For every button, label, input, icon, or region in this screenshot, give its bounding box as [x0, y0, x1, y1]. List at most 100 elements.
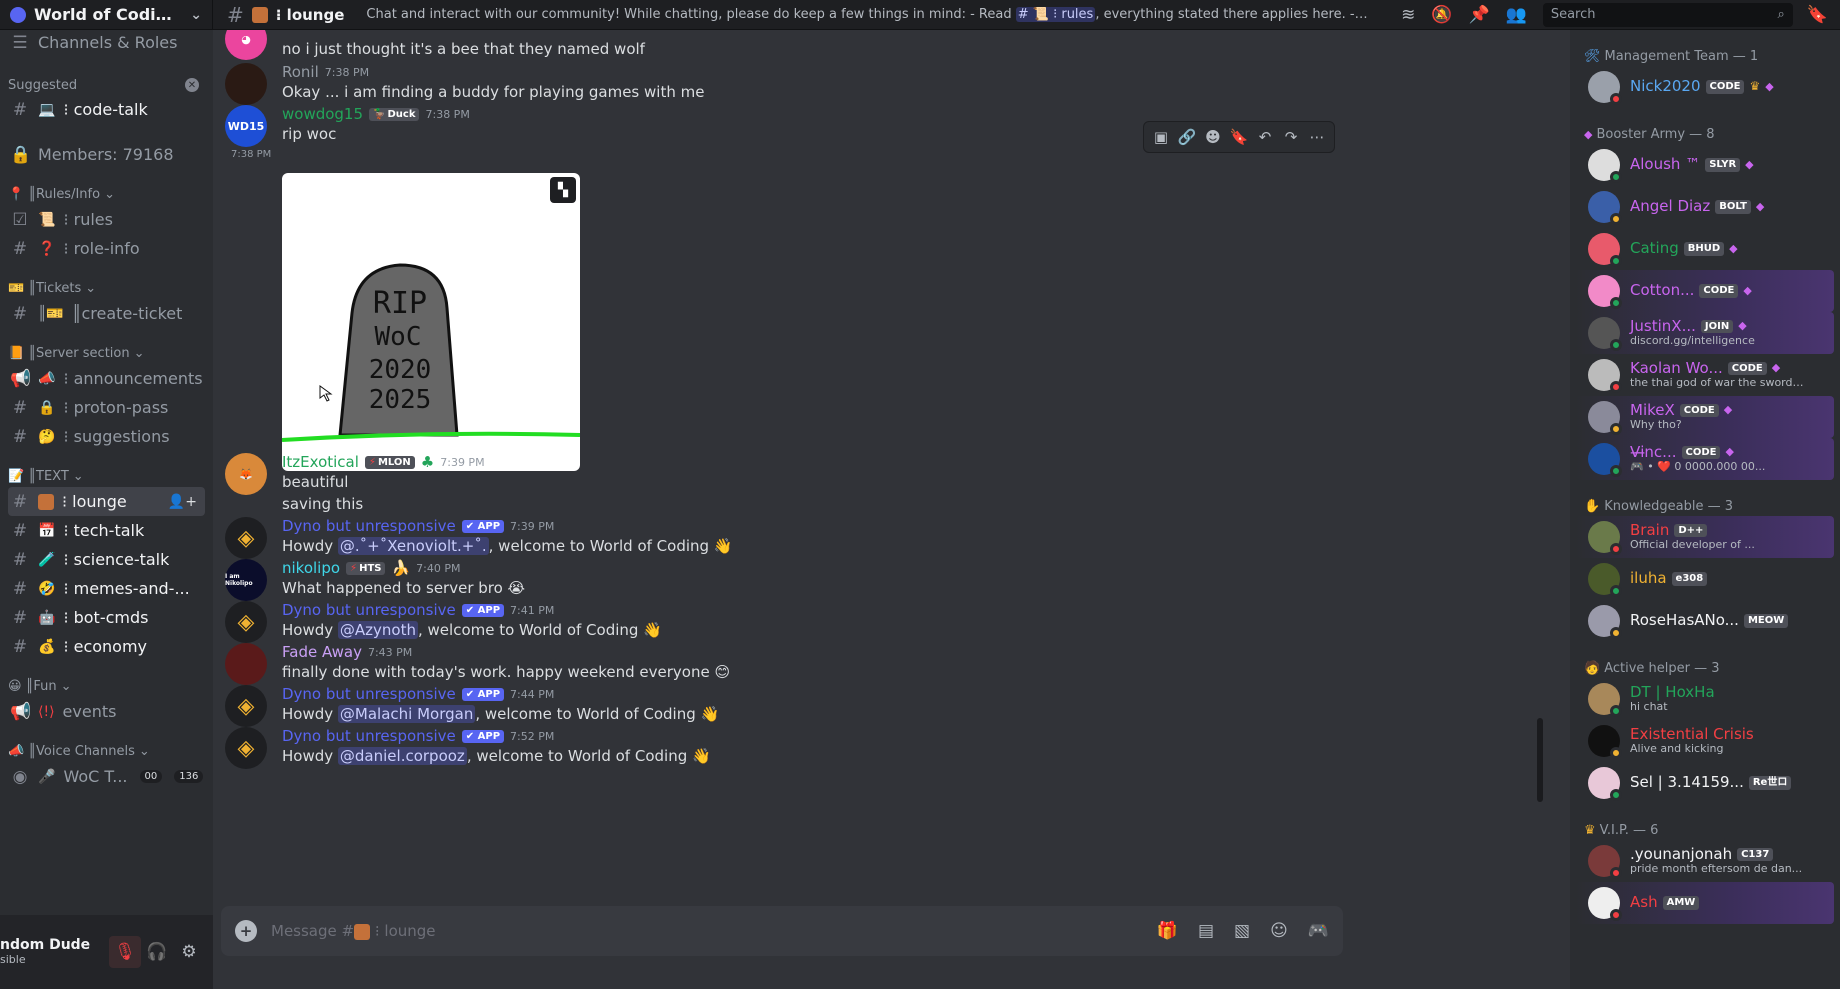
member-item[interactable]: Kaolan Wo... CODE ◆ the thai god of war the…	[1576, 354, 1834, 396]
notification-mute-icon[interactable]: 🔕	[1431, 5, 1452, 25]
emoji-icon[interactable]: ☺	[1270, 921, 1288, 941]
user-info[interactable]: ndom Dude sible	[0, 937, 109, 965]
member-item[interactable]: iluha e308	[1576, 558, 1834, 600]
author-name[interactable]: nikolipo	[282, 559, 340, 577]
channel-economy[interactable]: # 💰 ⁝ economy	[0, 632, 213, 661]
member-item[interactable]: Cating BHUD ◆	[1576, 228, 1834, 270]
gift-icon[interactable]: 🎁	[1157, 921, 1178, 941]
member-item[interactable]: Nick2020 CODE ♛ ◆	[1576, 66, 1834, 108]
member-item[interactable]: Angel Diaz BOLT ◆	[1576, 186, 1834, 228]
add-reaction-icon[interactable]: ☻	[1202, 128, 1224, 146]
reply-icon[interactable]: ↶	[1254, 128, 1276, 146]
activities-icon[interactable]: 🎮	[1308, 921, 1329, 941]
channel-proton-pass[interactable]: # 🔒 ⁝ proton-pass	[0, 393, 213, 422]
category-fun[interactable]: 😀 ║Fun ⌄	[0, 675, 213, 697]
search-input[interactable]: Search	[1551, 7, 1596, 22]
member-item[interactable]: Cotton... CODE ◆	[1576, 270, 1834, 312]
author-name[interactable]: ItzExotical	[282, 453, 359, 471]
upload-plus-icon[interactable]: +	[235, 920, 257, 942]
topic-rules-mention[interactable]: # 📜 ⁝ rules	[1015, 7, 1096, 22]
avatar[interactable]: WD15	[225, 105, 267, 147]
link-icon[interactable]: 🔗	[1176, 128, 1198, 146]
headphones-icon[interactable]: 🎧	[141, 936, 173, 968]
category-voice[interactable]: 📣 ║Voice Channels ⌄	[0, 740, 213, 762]
channel-topic[interactable]: Chat and interact with our community! Wh…	[366, 7, 1371, 22]
add-user-icon[interactable]: 👤+	[168, 494, 197, 510]
category-server-section[interactable]: 📙 ║Server section ⌄	[0, 342, 213, 364]
category-tickets[interactable]: 🎫 ║Tickets ⌄	[0, 277, 213, 299]
member-item[interactable]: Existential Crisis Alive and kicking	[1576, 720, 1834, 762]
bookmark-icon[interactable]: 🔖	[1228, 128, 1250, 146]
close-icon[interactable]: ✕	[185, 78, 199, 92]
channels-roles-item[interactable]: ☰ Channels & Roles	[0, 30, 213, 57]
id-icon[interactable]: ▣	[1150, 128, 1172, 146]
sticker-icon[interactable]: ▧	[1234, 921, 1250, 941]
more-icon[interactable]: ⋯	[1306, 128, 1328, 146]
member-list-icon[interactable]: 👥	[1506, 5, 1527, 25]
bot-avatar[interactable]: ◈	[225, 601, 267, 643]
author-name[interactable]: Ronil	[282, 63, 319, 81]
author-name[interactable]: Fade Away	[282, 643, 362, 661]
author-name[interactable]: Dyno but unresponsive	[282, 685, 456, 703]
forward-icon[interactable]: ↷	[1280, 128, 1302, 146]
channel-voice-woc[interactable]: ◉ 🎤 WoC T... 00 136	[0, 762, 213, 791]
author-name[interactable]: Dyno but unresponsive	[282, 601, 456, 619]
search-box[interactable]: Search ⌕	[1542, 2, 1793, 27]
member-item[interactable]: Ash AMW	[1576, 882, 1834, 924]
member-item[interactable]: JustinX... JOIN ◆ discord.gg/intelligence	[1576, 312, 1834, 354]
channel-announcements[interactable]: 📢 📣 ⁝ announcements	[0, 364, 213, 393]
bot-avatar[interactable]: ◈	[225, 517, 267, 559]
member-item[interactable]: Sel | 3.14159... Re世ロ	[1576, 762, 1834, 804]
avatar[interactable]	[225, 63, 267, 105]
author-name[interactable]: Dyno but unresponsive	[282, 727, 456, 745]
channel-memes[interactable]: # 🤣 ⁝ memes-and-...	[0, 574, 213, 603]
server-header[interactable]: World of Coding | ... ⌄	[0, 0, 213, 30]
member-item[interactable]: Brain D++ Official developer of ...	[1576, 516, 1834, 558]
channel-suggestions[interactable]: # 🤔 ⁝ suggestions	[0, 422, 213, 451]
mute-microphone-icon[interactable]: 🎙	[109, 936, 141, 968]
guild-tag[interactable]: 🦆 Duck	[369, 107, 420, 121]
member-item[interactable]: MikeX CODE ◆ Why tho?	[1576, 396, 1834, 438]
member-item[interactable]: RoseHasANo... MEOW	[1576, 600, 1834, 642]
avatar[interactable]: ◕	[225, 30, 267, 60]
channel-events[interactable]: 📢 ⟨!⟩ events	[0, 697, 213, 726]
author-name[interactable]: Dyno but unresponsive	[282, 517, 456, 535]
scrollbar[interactable]	[1537, 718, 1543, 802]
author-name[interactable]: wowdog15	[282, 105, 363, 123]
inbox-icon[interactable]: 🔖	[1807, 5, 1828, 25]
bot-avatar[interactable]: ◈	[225, 685, 267, 727]
channel-rules[interactable]: ☑ 📜 ⁝ rules	[0, 205, 213, 234]
user-mention[interactable]: @.˚+˚Xenoviolt.+˚.	[337, 537, 489, 555]
bot-avatar[interactable]: ◈	[225, 727, 267, 769]
gear-icon[interactable]: ⚙	[173, 936, 205, 968]
channel-create-ticket[interactable]: # ║🎫 ║create-ticket	[0, 299, 213, 328]
category-rules-info[interactable]: 📍 ║Rules/Info ⌄	[0, 183, 213, 205]
channel-role-info[interactable]: # ❓ ⁝ role-info	[0, 234, 213, 263]
member-item[interactable]: V̶i̶nc... CODE ◆ 🎮 • ❤️ 0 0000.000 00...	[1576, 438, 1834, 480]
gif-icon[interactable]: ▤	[1198, 921, 1214, 941]
avatar[interactable]: I am Nikolipo	[225, 559, 267, 601]
member-item[interactable]: DT | HoxHa hi chat	[1576, 678, 1834, 720]
channel-lounge[interactable]: # ⁝ lounge 👤+	[8, 487, 205, 516]
apps-icon[interactable]: ▚	[550, 177, 576, 203]
avatar[interactable]: 🦊	[225, 453, 267, 495]
user-mention[interactable]: @Malachi Morgan	[337, 705, 476, 723]
members-count-item[interactable]: 🔒 Members: 79168	[0, 140, 213, 169]
guild-tag[interactable]: ⚡ MLON	[364, 455, 415, 469]
channel-bot-cmds[interactable]: # 🤖 ⁝ bot-cmds	[0, 603, 213, 632]
threads-icon[interactable]: ≋	[1401, 5, 1415, 25]
channel-code-talk[interactable]: # 💻 ⁝ code-talk	[0, 95, 213, 124]
guild-tag[interactable]: ⚡ HTS	[346, 561, 386, 575]
message-input[interactable]: Message # ⁝ lounge	[271, 922, 1143, 940]
user-mention[interactable]: @Azynoth	[337, 621, 418, 639]
channel-science-talk[interactable]: # 🧪 ⁝ science-talk	[0, 545, 213, 574]
channel-tech-talk[interactable]: # 📅 ⁝ tech-talk	[0, 516, 213, 545]
message-list[interactable]: ◕ no i just thought it's a bee that they…	[213, 30, 1570, 900]
category-text[interactable]: 📝 ║TEXT ⌄	[0, 465, 213, 487]
user-mention[interactable]: @daniel.corpooz	[337, 747, 467, 765]
member-item[interactable]: Aloush ™ SLYR ◆	[1576, 144, 1834, 186]
avatar[interactable]	[225, 643, 267, 685]
pin-icon[interactable]: 📌	[1468, 5, 1489, 25]
member-item[interactable]: .younanjonah C137 pride month eftersom de …	[1576, 840, 1834, 882]
image-attachment[interactable]: RIP WoC 2020 2025 ▚	[282, 173, 580, 471]
